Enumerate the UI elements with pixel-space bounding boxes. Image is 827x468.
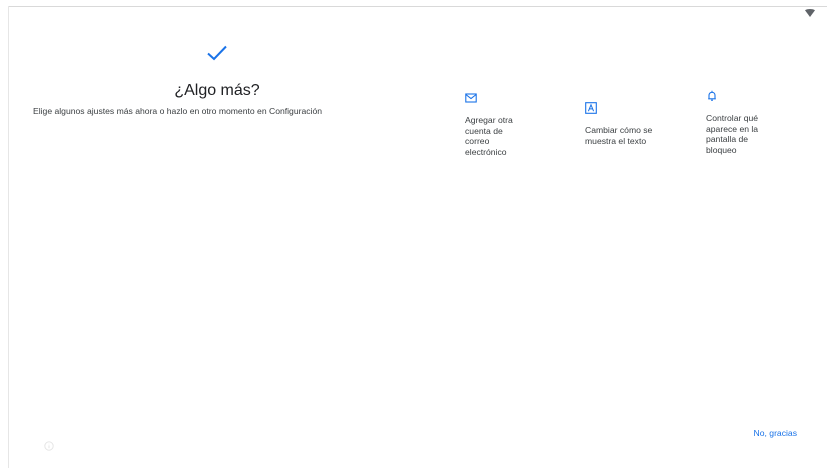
- option-change-text-display[interactable]: Cambiar cómo se muestra el texto: [585, 102, 675, 146]
- top-divider: [8, 6, 827, 7]
- setup-screen: ¿Algo más? Elige algunos ajustes más aho…: [0, 0, 827, 468]
- wifi-icon: [805, 9, 815, 17]
- email-icon: [465, 93, 477, 103]
- checkmark-icon: [207, 45, 227, 61]
- no-thanks-button[interactable]: No, gracias: [754, 428, 797, 438]
- option-label: Controlar qué aparece en la pantalla de …: [706, 113, 759, 155]
- text-size-icon: [585, 102, 597, 114]
- left-divider: [8, 6, 9, 468]
- page-title: ¿Algo más?: [174, 82, 260, 99]
- option-label: Agregar otra cuenta de correo electrónic…: [465, 115, 513, 157]
- option-lock-screen-content[interactable]: Controlar qué aparece en la pantalla de …: [706, 90, 796, 155]
- option-add-email-account[interactable]: Agregar otra cuenta de correo electrónic…: [465, 92, 555, 157]
- option-label: Cambiar cómo se muestra el texto: [585, 125, 653, 146]
- page-subtitle: Elige algunos ajustes más ahora o hazlo …: [33, 106, 323, 116]
- info-icon[interactable]: [44, 441, 54, 451]
- bell-icon: [708, 90, 716, 101]
